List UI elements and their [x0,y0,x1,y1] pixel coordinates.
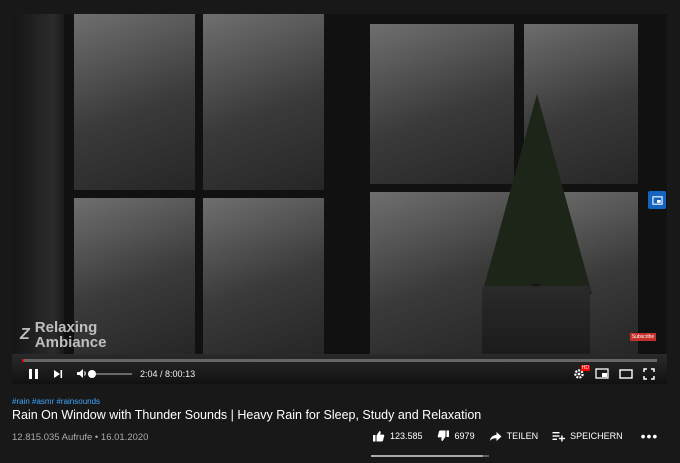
save-button[interactable]: SPEICHERN [552,431,623,442]
video-frame[interactable]: Z Relaxing Ambiance Subscribe [12,14,667,384]
window-frame [64,14,74,359]
like-button[interactable]: 123.585 [372,430,423,442]
video-scene-pane [72,14,197,190]
progress-bar[interactable] [22,359,657,362]
meta-separator: • [92,432,101,443]
sentiment-bar-likes [371,455,483,457]
miniplayer-button[interactable] [595,368,609,379]
theater-mode-icon [619,368,633,379]
subscribe-tag[interactable]: Subscribe [630,333,656,341]
miniplayer-badge[interactable] [648,191,666,209]
video-title: Rain On Window with Thunder Sounds | Hea… [12,408,482,422]
time-display: 2:04 / 8:00:13 [140,369,195,379]
video-meta: 12.815.035 Aufrufe • 16.01.2020 [12,432,148,443]
settings-button[interactable]: HD [573,364,590,380]
like-count: 123.585 [390,431,423,441]
volume-icon [77,369,86,378]
video-scene-tree [482,94,592,294]
save-label: SPEICHERN [570,431,623,441]
current-time: 2:04 [140,368,158,379]
share-button[interactable]: TEILEN [489,431,539,442]
watermark-text: Relaxing Ambiance [35,320,107,350]
view-count: 12.815.035 Aufrufe [12,432,93,443]
next-button[interactable] [53,369,63,379]
watermark-line2: Ambiance [34,334,107,351]
more-actions-button[interactable]: ••• [641,428,659,444]
thumbs-down-icon [437,430,449,441]
picture-in-picture-icon [651,195,663,205]
playlist-add-icon [552,431,565,441]
upload-date: 16.01.2020 [100,432,149,443]
skip-next-icon [54,369,63,378]
right-controls: HD [573,364,667,380]
pause-icon [29,368,38,379]
miniplayer-icon [595,368,609,379]
video-scene-pane [202,198,325,354]
video-scene-pane [202,14,325,190]
dislike-button[interactable]: 6979 [437,430,475,442]
volume-knob[interactable] [88,369,96,378]
watermark-logo: Z [20,326,30,343]
video-player[interactable]: Z Relaxing Ambiance Subscribe 2:04 / 8:0… [12,14,667,384]
duration: 8:00:13 [165,368,196,379]
window-frame [64,190,334,198]
share-label: TEILEN [506,431,539,441]
channel-watermark[interactable]: Z Relaxing Ambiance [20,320,106,350]
video-actions: 123.585 6979 TEILEN SPEICHERN ••• [372,428,658,444]
fullscreen-icon [643,367,655,380]
video-hashtags[interactable]: #rain #asmr #rainsounds [12,397,100,406]
sentiment-bar [371,455,489,457]
share-icon [489,431,502,441]
fullscreen-button[interactable] [643,367,655,380]
dislike-count: 6979 [454,431,475,441]
window-frame [362,14,652,24]
hd-badge: HD [580,364,590,371]
mute-button[interactable] [76,368,88,379]
watermark-line1: Relaxing [34,319,98,336]
time-separator: / [157,368,166,379]
player-controls: 2:04 / 8:00:13 HD [12,363,667,384]
progress-played [22,359,24,362]
thumbs-up-icon [373,431,385,442]
pause-button[interactable] [28,368,39,380]
window-frame [195,14,203,359]
volume-slider[interactable] [88,369,132,378]
theater-mode-button[interactable] [619,368,633,379]
